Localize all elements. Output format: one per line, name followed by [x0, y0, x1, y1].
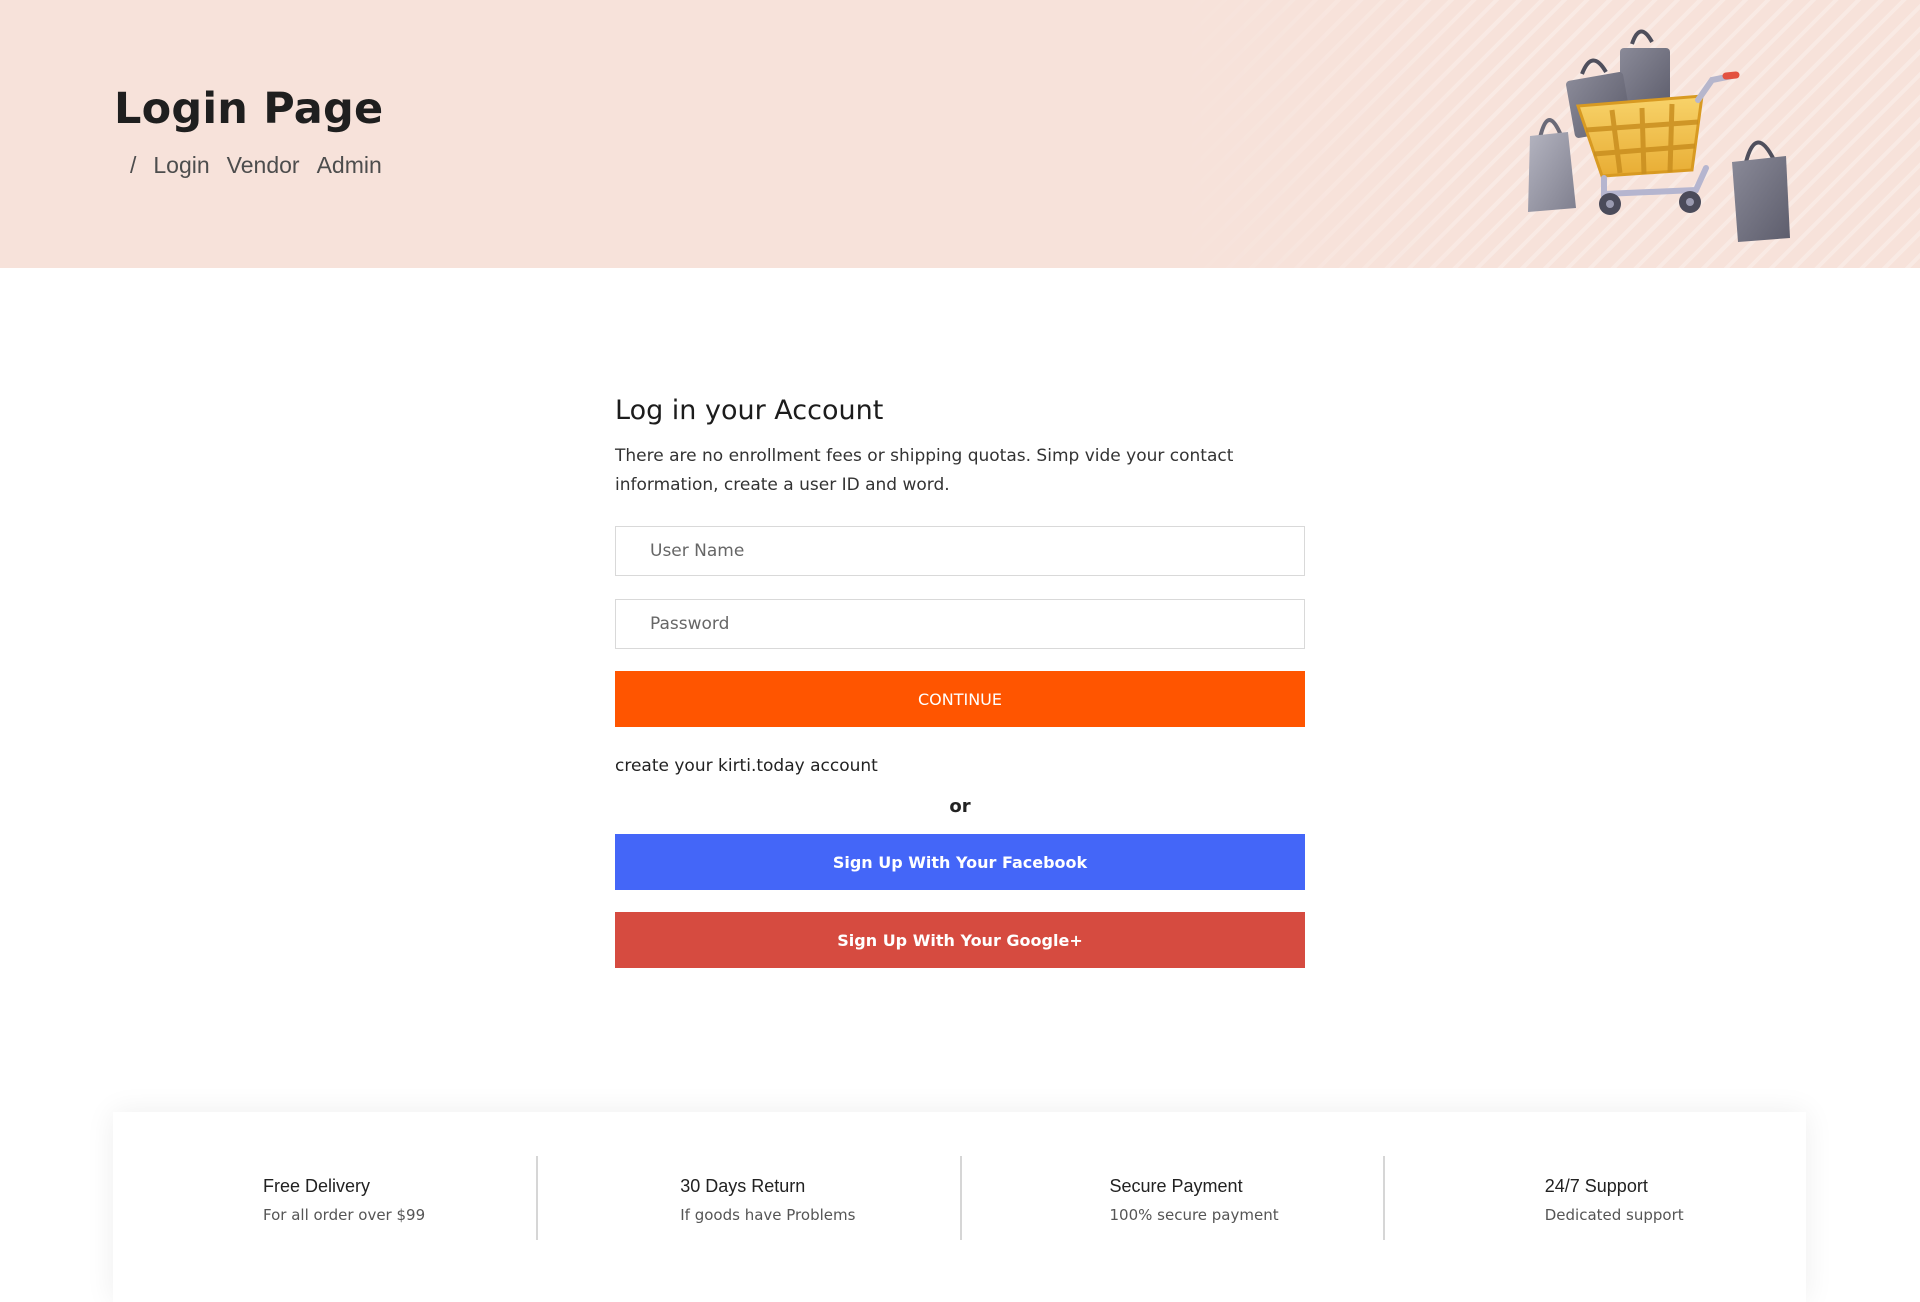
page-banner: Login Page / Login Vendor Admin	[0, 0, 1920, 268]
password-input[interactable]	[615, 599, 1305, 649]
feature-subtitle: Dedicated support	[1544, 1206, 1684, 1224]
login-panel: Log in your Account There are no enrollm…	[615, 395, 1305, 968]
feature-title: Free Delivery	[263, 1176, 371, 1196]
shopping-cart-illustration	[1528, 29, 1790, 242]
feature-subtitle: For all order over $99	[263, 1206, 426, 1224]
feature-subtitle: 100% secure payment	[1109, 1206, 1279, 1224]
page-title: Login Page	[114, 84, 384, 134]
create-account-link[interactable]: create your kirti.today account	[615, 756, 1305, 776]
features-bar: Free Delivery For all order over $99 30 …	[113, 1112, 1806, 1302]
or-divider-text: or	[949, 796, 971, 817]
feature-subtitle: If goods have Problems	[680, 1206, 856, 1224]
continue-button[interactable]: CONTINUE	[615, 671, 1305, 727]
login-heading: Log in your Account	[615, 395, 884, 426]
feature-secure-payment: Secure Payment 100% secure payment	[959, 1112, 1383, 1302]
feature-title: Secure Payment	[1109, 1176, 1243, 1196]
breadcrumb-separator: /	[130, 152, 137, 178]
feature-title: 30 Days Return	[680, 1176, 806, 1196]
breadcrumb-vendor-link[interactable]: Vendor	[227, 152, 300, 179]
feature-title: 24/7 Support	[1544, 1176, 1648, 1196]
facebook-signup-button[interactable]: Sign Up With Your Facebook	[615, 834, 1305, 890]
breadcrumb: / Login Vendor Admin	[130, 152, 382, 179]
feature-24-7-support: 24/7 Support Dedicated support	[1382, 1112, 1806, 1302]
google-signup-button[interactable]: Sign Up With Your Google+	[615, 912, 1305, 968]
breadcrumb-login-link[interactable]: Login	[153, 152, 209, 179]
feature-30-days-return: 30 Days Return If goods have Problems	[536, 1112, 959, 1302]
breadcrumb-admin-link[interactable]: Admin	[317, 152, 382, 179]
feature-free-delivery: Free Delivery For all order over $99	[113, 1112, 536, 1302]
username-input[interactable]	[615, 526, 1305, 576]
login-description: There are no enrollment fees or shipping…	[615, 446, 1234, 495]
